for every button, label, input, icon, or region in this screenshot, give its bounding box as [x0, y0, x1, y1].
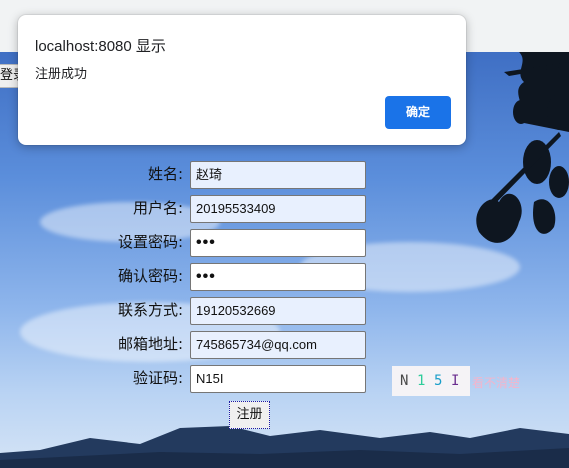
form-row-email: 邮箱地址: 745865734@qq.com	[0, 331, 569, 359]
captcha-char: 1	[417, 373, 426, 389]
form-row-name: 姓名: 赵琦	[0, 161, 569, 189]
captcha-refresh-link[interactable]: 看不清楚	[472, 374, 520, 391]
confirm-password-label: 确认密码:	[117, 267, 183, 285]
captcha-char: N	[400, 373, 409, 389]
captcha-input[interactable]: N15I	[190, 365, 366, 393]
confirm-password-input[interactable]: •••	[190, 263, 366, 291]
form-row-username: 用户名: 20195533409	[0, 195, 569, 223]
name-label: 姓名:	[147, 165, 183, 183]
form-row-password: 设置密码: •••	[0, 229, 569, 257]
register-button[interactable]: 注册	[229, 401, 270, 429]
form-row-phone: 联系方式: 19120532669	[0, 297, 569, 325]
password-input[interactable]: •••	[190, 229, 366, 257]
captcha-char: I	[451, 373, 460, 389]
login-tab[interactable]: 登录	[0, 64, 19, 88]
name-input[interactable]: 赵琦	[190, 161, 366, 189]
phone-input[interactable]: 19120532669	[190, 297, 366, 325]
email-label: 邮箱地址:	[117, 335, 183, 353]
dialog-title: localhost:8080 显示	[35, 38, 166, 55]
username-label: 用户名:	[132, 199, 183, 217]
alert-dialog: localhost:8080 显示 注册成功 确定	[18, 15, 466, 145]
username-input[interactable]: 20195533409	[190, 195, 366, 223]
email-input[interactable]: 745865734@qq.com	[190, 331, 366, 359]
form-row-confirm-password: 确认密码: •••	[0, 263, 569, 291]
dialog-ok-button[interactable]: 确定	[385, 96, 451, 129]
mountains-icon	[0, 426, 569, 468]
dialog-message: 注册成功	[35, 67, 88, 82]
captcha-image[interactable]: N15I	[392, 366, 470, 396]
password-label: 设置密码:	[117, 233, 183, 251]
captcha-label: 验证码:	[132, 369, 183, 387]
captcha-char: 5	[434, 373, 443, 389]
phone-label: 联系方式:	[117, 301, 183, 319]
